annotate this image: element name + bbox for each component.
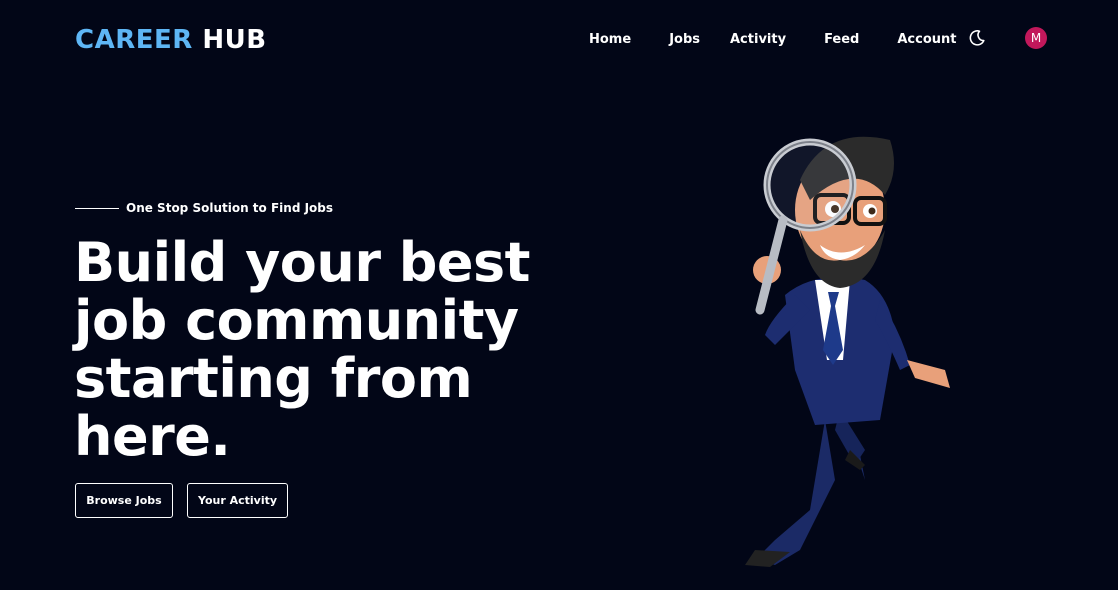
moon-icon[interactable] bbox=[967, 28, 987, 48]
browse-jobs-button[interactable]: Browse Jobs bbox=[75, 483, 173, 518]
avatar-initial: M bbox=[1030, 31, 1042, 45]
nav-item-feed[interactable]: Feed bbox=[824, 32, 859, 47]
hero-tagline: One Stop Solution to Find Jobs bbox=[75, 201, 333, 215]
avatar[interactable]: M bbox=[1025, 27, 1047, 49]
page: CAREER HUB Home Jobs Activity Feed Accou… bbox=[0, 0, 1118, 590]
brand-logo[interactable]: CAREER HUB bbox=[75, 24, 267, 56]
nav-item-jobs[interactable]: Jobs bbox=[669, 32, 700, 47]
tagline-divider bbox=[75, 207, 119, 209]
tagline-text: One Stop Solution to Find Jobs bbox=[126, 201, 334, 215]
nav-item-activity[interactable]: Activity bbox=[730, 32, 786, 47]
brand-logo-accent: CAREER bbox=[75, 25, 193, 55]
nav-item-home[interactable]: Home bbox=[589, 32, 631, 47]
hero-headline: Build your best job community starting f… bbox=[74, 231, 530, 468]
your-activity-button[interactable]: Your Activity bbox=[187, 483, 288, 518]
nav-item-account[interactable]: Account bbox=[897, 32, 956, 47]
main-nav: Home Jobs Activity Feed Account bbox=[589, 30, 957, 48]
brand-logo-rest: HUB bbox=[202, 25, 267, 55]
businessman-illustration bbox=[745, 136, 950, 567]
